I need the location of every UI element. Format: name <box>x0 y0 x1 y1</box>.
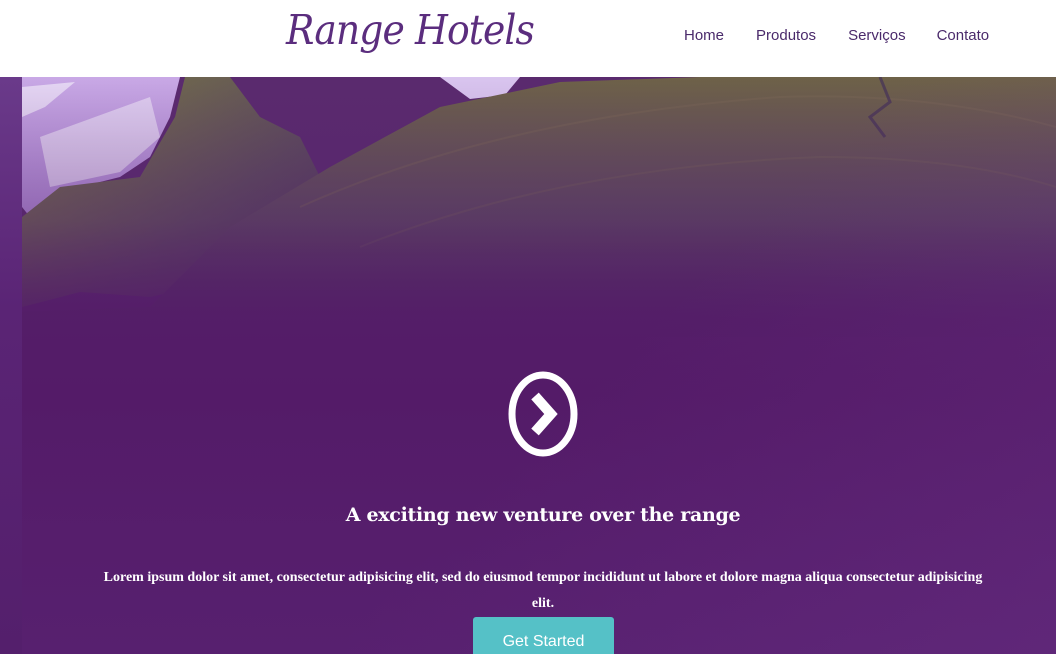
hero-left-edge <box>0 77 22 654</box>
navbar: Range Hotels Home Produtos Serviços Cont… <box>0 0 1056 77</box>
nav-link-servicos[interactable]: Serviços <box>848 27 906 45</box>
nav-link-home[interactable]: Home <box>684 27 724 45</box>
nav-link-produtos[interactable]: Produtos <box>756 27 816 45</box>
get-started-button[interactable]: Get Started <box>473 617 614 654</box>
hero-section: A exciting new venture over the range Lo… <box>0 77 1056 654</box>
hero-headline: A exciting new venture over the range <box>345 503 741 526</box>
nav-menu: Home Produtos Serviços Contato <box>684 27 989 45</box>
brand-logo[interactable]: Range Hotels <box>286 4 535 56</box>
circle-chevron-right-icon <box>508 371 578 457</box>
nav-link-contato[interactable]: Contato <box>937 27 990 45</box>
hero-body-text: Lorem ipsum dolor sit amet, consectetur … <box>103 570 983 611</box>
